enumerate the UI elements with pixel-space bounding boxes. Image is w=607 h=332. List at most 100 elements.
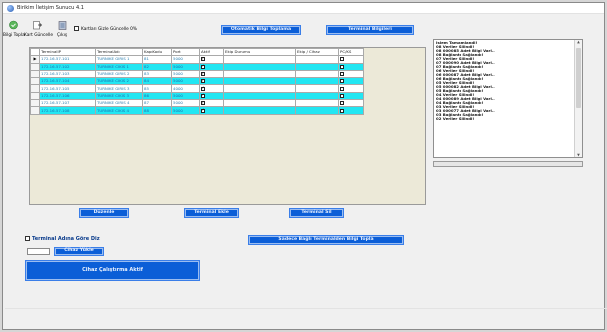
log-scrollbar[interactable]: ▲ ▼ (574, 40, 582, 157)
row-selector[interactable] (30, 99, 40, 108)
row-selector[interactable] (30, 84, 40, 93)
active-checkbox[interactable] (201, 71, 205, 77)
cell-door-code[interactable]: 82 (142, 62, 172, 71)
table-row[interactable]: 172.16.57.104 TURNIKE CIKIS 2 84 5000 (30, 77, 364, 86)
table-row[interactable]: 172.16.57.108 TURNIKE CIKIS 4 88 5000 (30, 106, 364, 115)
cell-port[interactable]: 5000 (171, 99, 200, 108)
cell-pcks[interactable] (338, 99, 364, 108)
row-selector[interactable] (30, 77, 40, 86)
cell-device[interactable] (295, 91, 339, 101)
row-selector[interactable] (30, 91, 40, 101)
cell-device-status[interactable] (223, 99, 296, 108)
grid-header-pcks[interactable]: PC/KS (338, 47, 364, 57)
pcks-checkbox[interactable] (340, 108, 344, 113)
terminal-grid[interactable]: TerminalIP TerminalAdı KapıKodu Port Akt… (29, 47, 426, 205)
scroll-up-icon[interactable]: ▲ (576, 40, 581, 44)
cell-device[interactable] (295, 106, 339, 115)
cell-active[interactable] (199, 55, 224, 64)
cell-pcks[interactable] (338, 91, 364, 101)
active-checkbox[interactable] (201, 93, 205, 98)
cell-terminal-name[interactable]: TURNIKE CIKIS 1 (95, 62, 143, 71)
cell-terminal-name[interactable]: TURNIKE CIKIS 2 (95, 77, 143, 86)
cell-pcks[interactable] (338, 62, 364, 71)
cell-pcks[interactable] (338, 106, 364, 115)
grid-header-device[interactable]: Ekip / Cihaz (295, 47, 339, 57)
cell-terminal-ip[interactable]: 172.16.57.102 (39, 62, 96, 71)
cell-device-status[interactable] (223, 69, 296, 79)
cell-port[interactable]: 5000 (171, 55, 200, 64)
cell-port[interactable]: 5000 (171, 62, 200, 71)
active-checkbox[interactable] (201, 86, 205, 91)
table-row[interactable]: 172.16.57.103 TURNIKE GIRIS 2 83 5000 (30, 69, 364, 79)
cell-door-code[interactable]: 88 (142, 106, 172, 115)
terminal-info-button[interactable]: Terminal Bilgileri (326, 25, 414, 35)
cell-terminal-name[interactable]: TURNIKE CIKIS 4 (95, 106, 143, 115)
cell-terminal-ip[interactable]: 172.16.57.108 (39, 106, 96, 115)
cell-active[interactable] (199, 106, 224, 115)
active-checkbox[interactable] (201, 64, 205, 69)
scroll-down-icon[interactable]: ▼ (576, 153, 581, 157)
cell-terminal-name[interactable]: TURNIKE GIRIS 3 (95, 84, 143, 93)
cell-port[interactable]: 5000 (171, 77, 200, 86)
grid-header-device-status[interactable]: Ekip Durumu (223, 47, 296, 57)
cell-door-code[interactable]: 87 (142, 99, 172, 108)
cell-device-status[interactable] (223, 55, 296, 64)
cell-door-code[interactable]: 85 (142, 84, 172, 93)
device-run-active-button[interactable]: Cihaz Çalıştırma Aktif (25, 260, 200, 281)
cell-door-code[interactable]: 86 (142, 91, 172, 101)
table-row[interactable]: 172.16.57.102 TURNIKE CIKIS 1 82 5000 (30, 62, 364, 71)
row-selector[interactable] (30, 62, 40, 71)
collect-info-button[interactable]: Bilgi Topla (3, 19, 25, 41)
cell-pcks[interactable] (338, 77, 364, 86)
cell-device[interactable] (295, 62, 339, 71)
active-checkbox[interactable] (201, 108, 205, 113)
active-checkbox[interactable] (201, 101, 205, 106)
cell-device[interactable] (295, 77, 339, 86)
row-selector[interactable] (30, 69, 40, 79)
cell-terminal-name[interactable]: TURNIKE GIRIS 1 (95, 55, 143, 64)
active-checkbox[interactable] (201, 79, 205, 84)
pcks-checkbox[interactable] (340, 57, 344, 62)
cell-pcks[interactable] (338, 84, 364, 93)
cell-terminal-ip[interactable]: 172.16.57.101 (39, 55, 96, 64)
cell-device[interactable] (295, 84, 339, 93)
grid-header-terminal-name[interactable]: TerminalAdı (95, 47, 143, 57)
cell-port[interactable]: 5000 (171, 91, 200, 101)
pcks-checkbox[interactable] (340, 79, 344, 84)
cell-pcks[interactable] (338, 55, 364, 64)
pcks-checkbox[interactable] (340, 93, 344, 98)
sort-by-name-checkbox[interactable]: Terminal Adına Göre Diz (25, 236, 100, 242)
exit-button[interactable]: Çıkış (55, 19, 69, 41)
cell-terminal-ip[interactable]: 172.16.57.104 (39, 77, 96, 86)
pcks-checkbox[interactable] (340, 72, 344, 77)
cell-active[interactable] (199, 91, 224, 101)
update-card-button[interactable]: Kart Güncelle (24, 19, 53, 41)
sort-by-name-checkbox-box[interactable] (25, 236, 30, 241)
cell-pcks[interactable] (338, 69, 364, 79)
cell-terminal-ip[interactable]: 172.16.57.107 (39, 99, 96, 108)
cell-port[interactable]: 4000 (171, 84, 200, 93)
cell-terminal-ip[interactable]: 172.16.57.105 (39, 84, 96, 93)
cell-device-status[interactable] (223, 106, 296, 115)
cell-terminal-ip[interactable]: 172.16.57.103 (39, 69, 96, 79)
cell-active[interactable] (199, 77, 224, 86)
active-checkbox[interactable] (201, 57, 205, 62)
edit-button[interactable]: Düzenle (79, 208, 129, 218)
add-terminal-button[interactable]: Terminal Ekle (184, 208, 239, 218)
grid-header-door-code[interactable]: KapıKodu (142, 47, 172, 57)
cell-door-code[interactable]: 83 (142, 69, 172, 79)
cell-terminal-name[interactable]: TURNIKE CIKIS 3 (95, 91, 143, 101)
cell-device-status[interactable] (223, 91, 296, 101)
table-row[interactable]: 172.16.57.107 TURNIKE GIRIS 4 87 5000 (30, 99, 364, 108)
cell-device[interactable] (295, 69, 339, 79)
device-number-input[interactable] (27, 248, 50, 255)
cell-device[interactable] (295, 99, 339, 108)
cell-terminal-name[interactable]: TURNIKE GIRIS 4 (95, 99, 143, 108)
cell-door-code[interactable]: 81 (142, 55, 172, 64)
cell-port[interactable]: 5000 (171, 106, 200, 115)
auto-collect-button[interactable]: Otomatik Bilgi Toplama (221, 25, 301, 35)
cell-active[interactable] (199, 69, 224, 79)
table-row[interactable]: 172.16.57.106 TURNIKE CIKIS 3 86 5000 (30, 91, 364, 101)
pcks-checkbox[interactable] (340, 101, 344, 106)
cell-device-status[interactable] (223, 84, 296, 93)
